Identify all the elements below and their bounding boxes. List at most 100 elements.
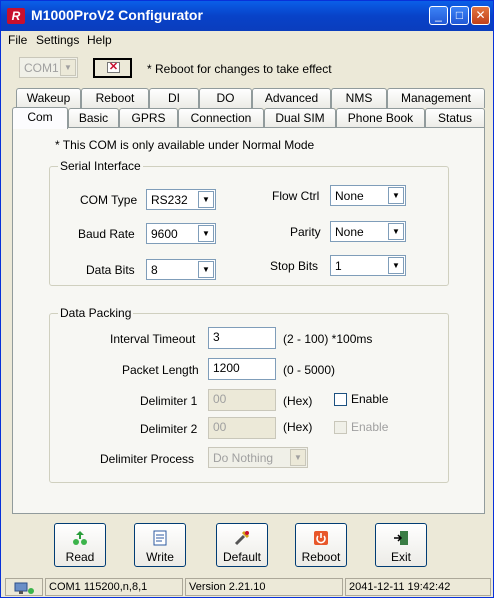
parity-select[interactable]: None ▼ — [330, 221, 406, 242]
enable1-label: Enable — [351, 392, 389, 406]
tab-dual-sim[interactable]: Dual SIM — [264, 108, 336, 128]
stop-bits-label: Stop Bits — [270, 259, 319, 273]
tab-management[interactable]: Management — [387, 88, 485, 108]
reboot-notice: * Reboot for changes to take effect — [147, 62, 332, 76]
flow-ctrl-label: Flow Ctrl — [272, 189, 320, 203]
chevron-down-icon: ▼ — [388, 187, 404, 204]
tab-advanced[interactable]: Advanced — [252, 88, 331, 108]
com-mode-note: * This COM is only available under Norma… — [55, 138, 315, 152]
default-button[interactable]: Default — [216, 523, 268, 567]
serial-interface-title: Serial Interface — [58, 159, 143, 173]
baud-rate-value: 9600 — [151, 227, 178, 241]
reboot-button-label: Reboot — [301, 550, 341, 564]
menu-help[interactable]: Help — [87, 33, 112, 47]
exit-button-label: Exit — [390, 550, 411, 564]
com-tab-panel: * This COM is only available under Norma… — [12, 127, 485, 514]
exit-icon — [394, 531, 408, 545]
default-icon — [234, 530, 250, 546]
status-datetime: 2041-12-11 19:42:42 — [345, 578, 491, 596]
chevron-down-icon: ▼ — [60, 59, 76, 76]
minimize-button[interactable]: _ — [429, 6, 448, 25]
baud-rate-select[interactable]: 9600 ▼ — [146, 223, 216, 244]
tab-wakeup[interactable]: Wakeup — [16, 88, 81, 108]
com-type-label: COM Type — [80, 193, 138, 207]
enable2-checkbox[interactable] — [334, 421, 347, 434]
data-bits-select[interactable]: 8 ▼ — [146, 259, 216, 280]
window-title: M1000ProV2 Configurator — [31, 7, 203, 23]
chevron-down-icon: ▼ — [198, 191, 214, 208]
com-type-value: RS232 — [151, 193, 188, 207]
disconnect-button[interactable]: ✕ — [93, 58, 132, 78]
tab-do[interactable]: DO — [199, 88, 252, 108]
maximize-button[interactable]: □ — [450, 6, 469, 25]
tab-connection[interactable]: Connection — [178, 108, 264, 128]
stop-bits-value: 1 — [335, 259, 342, 273]
com-type-select[interactable]: RS232 ▼ — [146, 189, 216, 210]
delimiter-process-select[interactable]: Do Nothing ▼ — [208, 447, 308, 468]
menu-settings[interactable]: Settings — [36, 33, 79, 47]
menu-file[interactable]: File — [8, 33, 27, 47]
tab-phone-book[interactable]: Phone Book — [336, 108, 425, 128]
network-status-icon — [5, 578, 43, 596]
serial-interface-group: Serial Interface COM Type RS232 ▼ Baud R… — [49, 159, 449, 286]
chevron-down-icon: ▼ — [198, 225, 214, 242]
exit-button[interactable]: Exit — [375, 523, 427, 567]
tab-reboot[interactable]: Reboot — [81, 88, 149, 108]
interval-timeout-input[interactable]: 3 — [208, 327, 276, 349]
delimiter1-input[interactable]: 00 — [208, 389, 276, 411]
delimiter-process-label: Delimiter Process — [100, 452, 195, 466]
tab-di[interactable]: DI — [149, 88, 199, 108]
tab-basic[interactable]: Basic — [68, 108, 119, 128]
data-packing-title: Data Packing — [58, 306, 134, 320]
close-icon: ✕ — [107, 61, 120, 73]
reboot-icon — [314, 531, 328, 545]
data-packing-group: Data Packing Interval Timeout 3 (2 - 100… — [49, 306, 449, 483]
enable1-checkbox[interactable] — [334, 393, 347, 406]
reboot-button[interactable]: Reboot — [295, 523, 347, 567]
write-button-label: Write — [146, 550, 174, 564]
chevron-down-icon: ▼ — [388, 257, 404, 274]
write-icon — [153, 530, 167, 546]
stop-bits-select[interactable]: 1 ▼ — [330, 255, 406, 276]
close-window-button[interactable]: ✕ — [471, 6, 490, 25]
tab-nms[interactable]: NMS — [331, 88, 387, 108]
tab-status[interactable]: Status — [425, 108, 485, 128]
packet-length-label: Packet Length — [122, 363, 199, 377]
tab-gprs[interactable]: GPRS — [119, 108, 178, 128]
port-select-value: COM1 — [24, 61, 59, 75]
port-select[interactable]: COM1 ▼ — [19, 57, 78, 78]
read-button-label: Read — [65, 550, 95, 564]
delimiter2-label: Delimiter 2 — [140, 422, 198, 436]
packet-length-hint: (0 - 5000) — [283, 363, 336, 377]
write-button[interactable]: Write — [134, 523, 186, 567]
enable2-label: Enable — [351, 420, 389, 434]
menu-bar: File Settings Help — [1, 31, 493, 49]
default-button-label: Default — [222, 550, 262, 564]
delimiter1-hint: (Hex) — [283, 394, 313, 408]
delimiter-process-value: Do Nothing — [213, 451, 274, 465]
delimiter2-input[interactable]: 00 — [208, 417, 276, 439]
flow-ctrl-select[interactable]: None ▼ — [330, 185, 406, 206]
packet-length-input[interactable]: 1200 — [208, 358, 276, 380]
chevron-down-icon: ▼ — [388, 223, 404, 240]
baud-rate-label: Baud Rate — [78, 227, 135, 241]
data-bits-label: Data Bits — [86, 263, 135, 277]
app-logo-icon: R — [7, 8, 25, 24]
flow-ctrl-value: None — [335, 189, 364, 203]
status-bar: COM1 115200,n,8,1 Version 2.21.10 2041-1… — [1, 576, 493, 597]
status-version: Version 2.21.10 — [185, 578, 343, 596]
delimiter2-hint: (Hex) — [283, 420, 313, 434]
app-window: R M1000ProV2 Configurator _ □ ✕ File Set… — [0, 0, 494, 598]
parity-label: Parity — [290, 225, 321, 239]
chevron-down-icon: ▼ — [198, 261, 214, 278]
tab-com[interactable]: Com — [12, 107, 68, 129]
chevron-down-icon: ▼ — [290, 449, 306, 466]
read-icon — [73, 531, 87, 545]
interval-timeout-hint: (2 - 100) *100ms — [283, 332, 373, 346]
interval-timeout-label: Interval Timeout — [110, 332, 196, 346]
status-port: COM1 115200,n,8,1 — [45, 578, 183, 596]
data-bits-value: 8 — [151, 263, 158, 277]
title-bar[interactable]: R M1000ProV2 Configurator _ □ ✕ — [1, 1, 493, 31]
read-button[interactable]: Read — [54, 523, 106, 567]
parity-value: None — [335, 225, 364, 239]
